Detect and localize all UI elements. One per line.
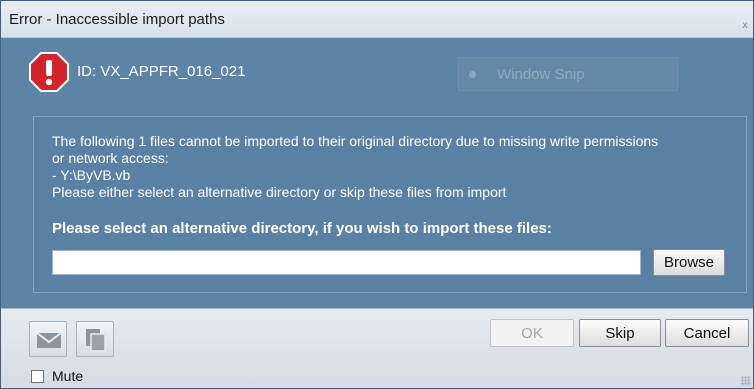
ok-button[interactable]: OK bbox=[490, 319, 574, 347]
browse-button[interactable]: Browse bbox=[653, 249, 725, 276]
window-title: Error - Inaccessible import paths bbox=[9, 11, 225, 28]
window-snip-button[interactable]: Window Snip bbox=[458, 57, 678, 91]
snip-dot-icon bbox=[469, 71, 476, 78]
resize-grip[interactable] bbox=[741, 376, 751, 386]
skip-button[interactable]: Skip bbox=[579, 319, 661, 347]
close-window-icon[interactable]: x bbox=[739, 19, 751, 33]
message-panel: The following 1 files cannot be imported… bbox=[33, 116, 747, 293]
send-mail-button[interactable] bbox=[29, 321, 67, 357]
message-hint: Please either select an alternative dire… bbox=[52, 184, 507, 200]
message-line-1: The following 1 files cannot be imported… bbox=[52, 133, 659, 149]
copy-icon bbox=[86, 329, 106, 352]
error-dialog: Error - Inaccessible import paths x ID: … bbox=[0, 0, 754, 389]
error-octagon-icon bbox=[29, 52, 69, 92]
error-id: ID: VX_APPFR_016_021 bbox=[77, 63, 246, 80]
message-line-2: or network access: bbox=[52, 150, 169, 166]
mute-checkbox[interactable] bbox=[31, 370, 44, 383]
copy-button[interactable] bbox=[76, 321, 114, 357]
title-bar[interactable]: Error - Inaccessible import paths x bbox=[1, 1, 753, 38]
mute-label: Mute bbox=[52, 368, 84, 384]
mail-icon bbox=[36, 332, 62, 348]
cancel-button[interactable]: Cancel bbox=[665, 319, 749, 347]
directory-path-input[interactable] bbox=[52, 250, 641, 275]
dialog-header: ID: VX_APPFR_016_021 Window Snip bbox=[1, 38, 753, 96]
window-snip-label: Window Snip bbox=[497, 66, 585, 83]
dialog-footer: OK Skip Cancel Mute bbox=[1, 308, 753, 388]
file-path: - Y:\ByVB.vb bbox=[52, 167, 131, 183]
directory-prompt: Please select an alternative directory, … bbox=[52, 220, 552, 237]
